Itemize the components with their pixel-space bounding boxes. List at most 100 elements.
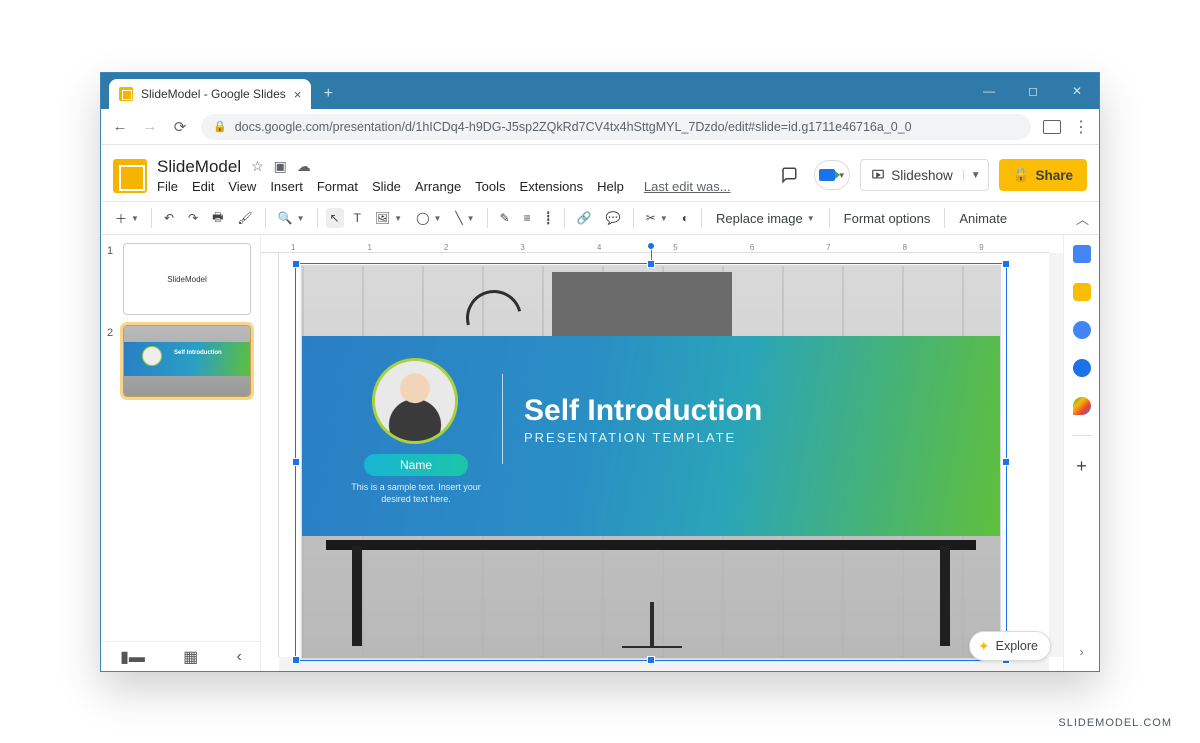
grid-view-icon[interactable]: ▦ [183, 647, 198, 667]
sample-text: This is a sample text. Insert your desir… [350, 482, 482, 505]
undo-button[interactable]: ↶ [160, 208, 178, 228]
slide-thumbnails: 1 SlideModel 2 Self Introduction ▮▬ ▦ ‹ [101, 235, 261, 671]
resize-handle[interactable] [1002, 260, 1010, 268]
cloud-status-icon[interactable]: ☁ [297, 158, 311, 175]
border-dash-button[interactable]: ┋ [541, 208, 556, 228]
shape-tool[interactable]: ◯▼ [412, 208, 445, 228]
scrollbar-vertical[interactable] [1049, 253, 1063, 657]
menu-file[interactable]: File [157, 179, 178, 194]
star-icon[interactable]: ☆ [251, 158, 264, 175]
titlebar: SlideModel - Google Slides × + — ◻ ✕ [101, 73, 1099, 109]
tab-close-icon[interactable]: × [294, 87, 302, 102]
calendar-icon[interactable] [1073, 245, 1091, 263]
scrollbar-horizontal[interactable] [279, 657, 1049, 671]
format-options-button[interactable]: Format options [838, 208, 937, 229]
ruler-vertical [261, 253, 279, 657]
view-switcher: ▮▬ ▦ ‹ [101, 641, 261, 671]
new-tab-button[interactable]: + [315, 81, 341, 107]
slide-subtitle: PRESENTATION TEMPLATE [524, 430, 736, 445]
tasks-icon[interactable] [1073, 321, 1091, 339]
meet-button[interactable]: ▼ [814, 160, 850, 190]
avatar-photo [372, 358, 458, 444]
maps-icon[interactable] [1073, 397, 1091, 415]
zoom-button[interactable]: 🔍▼ [274, 208, 309, 228]
filmstrip-view-icon[interactable]: ▮▬ [120, 647, 145, 667]
menu-help[interactable]: Help [597, 179, 624, 194]
extensions-icon[interactable] [1043, 120, 1061, 134]
window-controls: — ◻ ✕ [967, 73, 1099, 109]
share-button[interactable]: 🔒 Share [999, 159, 1087, 191]
window-minimize-icon[interactable]: — [967, 73, 1011, 109]
menu-slide[interactable]: Slide [372, 179, 401, 194]
workspace: 1 SlideModel 2 Self Introduction ▮▬ ▦ ‹ … [101, 235, 1063, 671]
slides-logo-icon[interactable] [113, 159, 147, 193]
toolbar: ＋▼ ↶ ↷ 🖶 🖌 🔍▼ ↖ T 🖼▼ ◯▼ ╲▼ ✎ ≡ ┋ 🔗 💬 ✂▼ … [101, 201, 1099, 235]
thumbnail-2[interactable]: 2 Self Introduction [107, 325, 254, 397]
menu-arrange[interactable]: Arrange [415, 179, 461, 194]
select-tool[interactable]: ↖ [326, 208, 344, 228]
mask-button[interactable]: ◐ [678, 208, 693, 228]
last-edit-status[interactable]: Last edit was... [644, 179, 731, 194]
watermark: SLIDEMODEL.COM [1058, 717, 1172, 729]
border-weight-button[interactable]: ≡ [520, 208, 535, 228]
share-label: Share [1035, 168, 1073, 183]
slides-favicon-icon [119, 87, 133, 101]
resize-handle[interactable] [292, 458, 300, 466]
reload-button[interactable]: ⟳ [171, 118, 189, 136]
app-header: SlideModel ☆ ▣ ☁ File Edit View Insert F… [101, 145, 1099, 201]
back-button[interactable]: ← [111, 118, 129, 135]
url-bar: ← → ⟳ 🔒 docs.google.com/presentation/d/1… [101, 109, 1099, 145]
menu-view[interactable]: View [228, 179, 256, 194]
contacts-icon[interactable] [1073, 359, 1091, 377]
filmstrip-collapse-icon[interactable]: ‹ [237, 648, 242, 666]
window-close-icon[interactable]: ✕ [1055, 73, 1099, 109]
forward-button[interactable]: → [141, 118, 159, 135]
line-tool[interactable]: ╲▼ [451, 208, 478, 228]
camera-icon [819, 169, 835, 181]
browser-window: SlideModel - Google Slides × + — ◻ ✕ ← →… [100, 72, 1100, 672]
menu-format[interactable]: Format [317, 179, 358, 194]
menu-edit[interactable]: Edit [192, 179, 214, 194]
image-tool[interactable]: 🖼▼ [371, 208, 406, 228]
url-text: docs.google.com/presentation/d/1hICDq4-h… [235, 120, 912, 134]
browser-menu-icon[interactable]: ⋮ [1073, 117, 1089, 137]
border-color-button[interactable]: ✎ [496, 208, 514, 228]
canvas[interactable]: 1123456789 Self Introduction [261, 235, 1063, 671]
side-panel-collapse-icon[interactable]: › [1079, 644, 1083, 659]
lock-icon: 🔒 [213, 120, 227, 133]
side-panel: + › [1063, 235, 1099, 671]
browser-tab[interactable]: SlideModel - Google Slides × [109, 79, 311, 109]
tab-title: SlideModel - Google Slides [141, 87, 286, 101]
new-slide-button[interactable]: ＋▼ [111, 207, 143, 230]
menu-insert[interactable]: Insert [270, 179, 303, 194]
print-button[interactable]: 🖶 [208, 205, 227, 232]
textbox-tool[interactable]: T [350, 208, 365, 228]
menu-bar: File Edit View Insert Format Slide Arran… [157, 179, 731, 194]
resize-handle[interactable] [292, 260, 300, 268]
menu-extensions[interactable]: Extensions [520, 179, 584, 194]
add-on-button[interactable]: + [1076, 456, 1087, 477]
menu-tools[interactable]: Tools [475, 179, 505, 194]
document-name[interactable]: SlideModel [157, 157, 241, 177]
explore-icon: ✦ [978, 638, 990, 655]
thumbnail-1[interactable]: 1 SlideModel [107, 243, 254, 315]
explore-button[interactable]: ✦ Explore [969, 631, 1051, 661]
move-icon[interactable]: ▣ [274, 158, 287, 175]
window-maximize-icon[interactable]: ◻ [1011, 73, 1055, 109]
replace-image-button[interactable]: Replace image▼ [710, 208, 821, 229]
keep-icon[interactable] [1073, 283, 1091, 301]
slideshow-dropdown[interactable]: ▼ [963, 170, 988, 181]
address-bar[interactable]: 🔒 docs.google.com/presentation/d/1hICDq4… [201, 114, 1031, 140]
slideshow-label: Slideshow [891, 168, 953, 183]
toolbar-collapse-icon[interactable]: ︿ [1076, 209, 1089, 228]
comments-icon[interactable] [774, 160, 804, 190]
slide[interactable]: Self Introduction PRESENTATION TEMPLATE … [301, 265, 1001, 659]
resize-handle[interactable] [1002, 458, 1010, 466]
link-button[interactable]: 🔗 [573, 208, 596, 228]
animate-button[interactable]: Animate [953, 208, 1013, 229]
redo-button[interactable]: ↷ [184, 208, 202, 228]
crop-button[interactable]: ✂▼ [642, 208, 672, 228]
paint-format-button[interactable]: 🖌 [233, 208, 256, 228]
comment-button[interactable]: 💬 [602, 208, 625, 228]
slideshow-button[interactable]: Slideshow ▼ [860, 159, 988, 191]
